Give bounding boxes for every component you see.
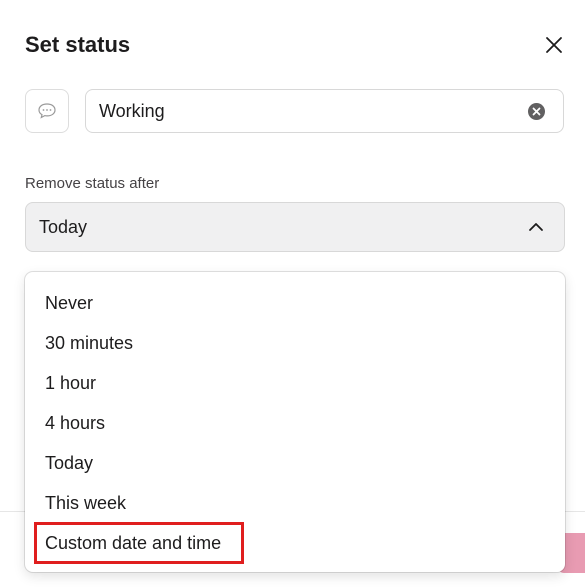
clear-icon <box>532 107 541 116</box>
chevron-up-icon <box>529 223 543 231</box>
selected-duration-value: Today <box>39 216 88 237</box>
dialog-title: Set status <box>25 32 131 57</box>
status-text-input[interactable]: Working <box>85 89 564 133</box>
speech-bubble-icon <box>38 103 56 119</box>
close-icon <box>546 37 562 53</box>
option-4-hours[interactable]: 4 hours <box>45 403 105 443</box>
option-never[interactable]: Never <box>45 283 93 323</box>
option-this-week[interactable]: This week <box>45 483 126 523</box>
emoji-picker-button[interactable] <box>25 89 69 133</box>
clear-status-button[interactable] <box>528 103 545 120</box>
option-1-hour[interactable]: 1 hour <box>45 363 96 403</box>
remove-status-after-select[interactable]: Today <box>25 202 565 252</box>
option-30-minutes[interactable]: 30 minutes <box>45 323 133 363</box>
remove-status-after-label: Remove status after <box>25 175 160 192</box>
option-custom-date-and-time[interactable]: Custom date and time <box>45 523 221 563</box>
option-today[interactable]: Today <box>45 443 93 483</box>
status-text-value: Working <box>99 100 165 121</box>
close-button[interactable] <box>541 32 567 58</box>
duration-options-menu: Never 30 minutes 1 hour 4 hours Today Th… <box>25 272 565 572</box>
set-status-dialog: Set status Working Remove status after T… <box>0 0 585 587</box>
